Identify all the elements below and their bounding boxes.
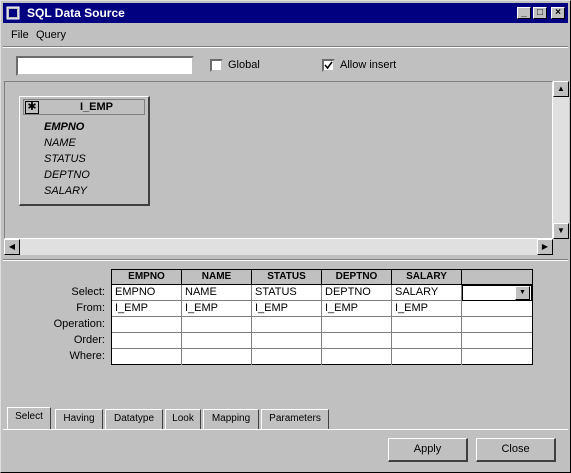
scroll-right-icon[interactable]: ▶ — [537, 239, 553, 255]
tab-strip: Select Having Datatype Look Mapping Para… — [7, 407, 567, 429]
where-cell[interactable] — [462, 349, 532, 365]
order-cell[interactable] — [462, 333, 532, 349]
splitter[interactable] — [3, 259, 568, 261]
menu-separator — [3, 46, 568, 48]
title-bar[interactable]: SQL Data Source _ □ × — [3, 3, 568, 23]
field-status[interactable]: STATUS — [44, 153, 86, 165]
column-header[interactable]: EMPNO — [112, 270, 182, 285]
allow-insert-checkbox[interactable] — [322, 59, 335, 72]
minimize-button[interactable]: _ — [517, 7, 531, 19]
field-deptno[interactable]: DEPTNO — [44, 169, 90, 181]
from-cell[interactable]: I_EMP — [112, 301, 182, 317]
from-cell[interactable]: I_EMP — [322, 301, 392, 317]
where-cell[interactable] — [112, 349, 182, 365]
from-cell[interactable]: I_EMP — [252, 301, 322, 317]
from-cell[interactable] — [462, 301, 532, 317]
dropdown-arrow-icon[interactable]: ▼ — [515, 286, 530, 300]
order-cell[interactable] — [322, 333, 392, 349]
vertical-scrollbar[interactable]: ▲ ▼ — [553, 81, 569, 239]
close-button[interactable]: Close — [476, 438, 556, 462]
query-input[interactable] — [16, 56, 194, 76]
menu-query[interactable]: Query — [36, 29, 66, 41]
row-label-order: Order: — [73, 334, 105, 346]
select-cell[interactable]: STATUS — [252, 285, 322, 301]
operation-cell[interactable] — [322, 317, 392, 333]
column-header[interactable]: STATUS — [252, 270, 322, 285]
app-icon — [6, 6, 20, 20]
row-label-where: Where: — [69, 350, 105, 362]
global-label: Global — [228, 59, 260, 71]
tab-having[interactable]: Having — [55, 409, 103, 429]
field-name[interactable]: NAME — [44, 137, 76, 149]
row-label-operation: Operation: — [53, 318, 105, 330]
row-label-select: Select: — [71, 286, 105, 298]
order-cell[interactable] — [392, 333, 462, 349]
from-cell[interactable]: I_EMP — [182, 301, 252, 317]
where-cell[interactable] — [322, 349, 392, 365]
table-box-name: I_EMP — [80, 101, 114, 113]
where-cell[interactable] — [392, 349, 462, 365]
menu-bar: File Query — [3, 25, 568, 45]
table-box-i-emp[interactable]: ✱ I_EMP EMPNO NAME STATUS DEPTNO SALARY — [19, 96, 150, 206]
query-grid[interactable]: EMPNO NAME STATUS DEPTNO SALARY EMPNO NA… — [111, 269, 533, 365]
scroll-down-icon[interactable]: ▼ — [553, 223, 569, 239]
field-salary[interactable]: SALARY — [44, 185, 87, 197]
tab-select[interactable]: Select — [7, 407, 51, 429]
operation-cell[interactable] — [252, 317, 322, 333]
column-header[interactable]: SALARY — [392, 270, 462, 285]
row-label-from: From: — [76, 302, 105, 314]
tab-datatype[interactable]: Datatype — [105, 409, 163, 429]
allow-insert-label: Allow insert — [340, 59, 397, 71]
operation-cell[interactable] — [182, 317, 252, 333]
checkmark-icon — [324, 61, 333, 70]
sql-data-source-window: SQL Data Source _ □ × File Query Global … — [0, 0, 571, 473]
select-cell[interactable]: SALARY — [392, 285, 462, 301]
order-cell[interactable] — [112, 333, 182, 349]
select-cell[interactable]: DEPTNO — [322, 285, 392, 301]
maximize-button[interactable]: □ — [533, 7, 547, 19]
window-title: SQL Data Source — [27, 6, 125, 20]
operation-cell[interactable] — [112, 317, 182, 333]
apply-button[interactable]: Apply — [388, 438, 468, 462]
order-cell[interactable] — [252, 333, 322, 349]
select-cell[interactable]: NAME — [182, 285, 252, 301]
tab-look[interactable]: Look — [165, 409, 201, 429]
column-header[interactable]: NAME — [182, 270, 252, 285]
order-cell[interactable] — [182, 333, 252, 349]
tab-parameters[interactable]: Parameters — [261, 409, 329, 429]
scroll-left-icon[interactable]: ◀ — [4, 239, 20, 255]
from-cell[interactable]: I_EMP — [392, 301, 462, 317]
menu-file[interactable]: File — [11, 29, 29, 41]
asterisk-icon[interactable]: ✱ — [25, 101, 39, 114]
field-empno[interactable]: EMPNO — [44, 121, 84, 133]
column-header[interactable] — [462, 270, 532, 285]
where-cell[interactable] — [252, 349, 322, 365]
operation-cell[interactable] — [462, 317, 532, 333]
column-header[interactable]: DEPTNO — [322, 270, 392, 285]
tab-mapping[interactable]: Mapping — [203, 409, 259, 429]
tab-baseline — [3, 429, 568, 430]
operation-cell[interactable] — [392, 317, 462, 333]
table-box-header: ✱ I_EMP — [23, 99, 145, 115]
select-cell[interactable]: EMPNO — [112, 285, 182, 301]
scroll-up-icon[interactable]: ▲ — [553, 81, 569, 97]
where-cell[interactable] — [182, 349, 252, 365]
horizontal-scrollbar[interactable]: ◀ ▶ — [4, 239, 553, 255]
close-window-button[interactable]: × — [551, 7, 565, 19]
global-checkbox[interactable] — [210, 59, 223, 72]
